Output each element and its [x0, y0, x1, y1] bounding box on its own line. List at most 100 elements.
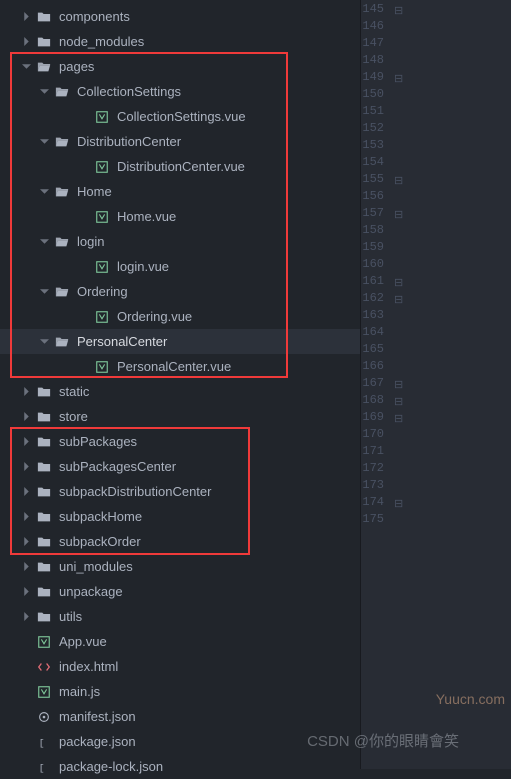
fold-marker-icon[interactable]: ⊟	[394, 276, 403, 290]
fold-marker-icon[interactable]: ⊟	[394, 395, 403, 409]
code-line[interactable]	[390, 257, 511, 274]
code-line[interactable]	[390, 155, 511, 172]
chevron-right-icon[interactable]	[20, 461, 32, 473]
fold-marker-icon[interactable]: ⊟	[394, 4, 403, 18]
code-line[interactable]: ⊟	[390, 274, 511, 291]
code-line[interactable]	[390, 444, 511, 461]
code-line[interactable]	[390, 342, 511, 359]
tree-item-subpackhome[interactable]: subpackHome	[0, 504, 360, 529]
tree-file-package-lock-json[interactable]: [ ]package-lock.json	[0, 754, 360, 779]
chevron-right-icon[interactable]	[20, 486, 32, 498]
tree-item-unpackage[interactable]: unpackage	[0, 579, 360, 604]
line-number: 153	[361, 138, 390, 155]
code-line[interactable]	[390, 189, 511, 206]
code-line[interactable]	[390, 359, 511, 376]
code-line[interactable]	[390, 19, 511, 36]
code-line[interactable]: ⊟	[390, 70, 511, 87]
fold-marker-icon[interactable]: ⊟	[394, 497, 403, 511]
code-line[interactable]	[390, 308, 511, 325]
tree-item-login[interactable]: login	[0, 229, 360, 254]
tree-item-uni-modules[interactable]: uni_modules	[0, 554, 360, 579]
code-line[interactable]	[390, 325, 511, 342]
tree-item-components[interactable]: components	[0, 4, 360, 29]
tree-file-home-vue[interactable]: Home.vue	[0, 204, 360, 229]
code-line[interactable]: ⊟	[390, 410, 511, 427]
chevron-right-icon[interactable]	[20, 386, 32, 398]
folder-open-icon	[54, 234, 70, 250]
tree-item-collectionsettings[interactable]: CollectionSettings	[0, 79, 360, 104]
file-explorer[interactable]: componentsnode_modulespagesCollectionSet…	[0, 0, 360, 769]
code-line[interactable]: ⊟	[390, 206, 511, 223]
tree-item-store[interactable]: store	[0, 404, 360, 429]
code-line[interactable]	[390, 240, 511, 257]
tree-item-subpackorder[interactable]: subpackOrder	[0, 529, 360, 554]
chevron-down-icon[interactable]	[20, 61, 32, 73]
tree-file-package-json[interactable]: [ ]package.json	[0, 729, 360, 754]
manifest-file-icon	[36, 709, 52, 725]
tree-file-main-js[interactable]: main.js	[0, 679, 360, 704]
chevron-right-icon[interactable]	[20, 411, 32, 423]
code-line[interactable]	[390, 87, 511, 104]
chevron-right-icon[interactable]	[20, 586, 32, 598]
code-line[interactable]: ⊟	[390, 495, 511, 512]
fold-marker-icon[interactable]: ⊟	[394, 208, 403, 222]
tree-item-distributioncenter[interactable]: DistributionCenter	[0, 129, 360, 154]
chevron-down-icon[interactable]	[38, 186, 50, 198]
code-line[interactable]: ⊟	[390, 2, 511, 19]
tree-file-personalcenter-vue[interactable]: PersonalCenter.vue	[0, 354, 360, 379]
code-line[interactable]	[390, 223, 511, 240]
tree-file-ordering-vue[interactable]: Ordering.vue	[0, 304, 360, 329]
chevron-down-icon[interactable]	[38, 136, 50, 148]
tree-item-node-modules[interactable]: node_modules	[0, 29, 360, 54]
tree-file-login-vue[interactable]: login.vue	[0, 254, 360, 279]
tree-file-distributioncenter-vue[interactable]: DistributionCenter.vue	[0, 154, 360, 179]
code-line[interactable]: ⊟	[390, 376, 511, 393]
code-line[interactable]	[390, 53, 511, 70]
tree-item-utils[interactable]: utils	[0, 604, 360, 629]
tree-file-index-html[interactable]: index.html	[0, 654, 360, 679]
fold-marker-icon[interactable]: ⊟	[394, 378, 403, 392]
folder-open-icon	[36, 59, 52, 75]
code-line[interactable]	[390, 138, 511, 155]
chevron-right-icon[interactable]	[20, 611, 32, 623]
code-line[interactable]: ⊟	[390, 291, 511, 308]
code-line[interactable]	[390, 104, 511, 121]
code-line[interactable]	[390, 121, 511, 138]
chevron-right-icon[interactable]	[20, 436, 32, 448]
tree-item-subpackagescenter[interactable]: subPackagesCenter	[0, 454, 360, 479]
folder-icon	[36, 409, 52, 425]
fold-marker-icon[interactable]: ⊟	[394, 174, 403, 188]
code-line[interactable]	[390, 512, 511, 529]
tree-item-pages[interactable]: pages	[0, 54, 360, 79]
code-line[interactable]	[390, 461, 511, 478]
chevron-down-icon[interactable]	[38, 236, 50, 248]
tree-item-ordering[interactable]: Ordering	[0, 279, 360, 304]
editor-area[interactable]: ⊟ ⊟ ⊟ ⊟ ⊟ ⊟ ⊟ ⊟ ⊟ ⊟	[390, 0, 511, 769]
tree-file-app-vue[interactable]: App.vue	[0, 629, 360, 654]
code-line[interactable]: ⊟	[390, 393, 511, 410]
tree-item-personalcenter[interactable]: PersonalCenter	[0, 329, 360, 354]
folder-open-icon	[54, 134, 70, 150]
chevron-right-icon[interactable]	[20, 11, 32, 23]
tree-item-home[interactable]: Home	[0, 179, 360, 204]
chevron-right-icon[interactable]	[20, 536, 32, 548]
chevron-right-icon[interactable]	[20, 511, 32, 523]
chevron-down-icon[interactable]	[38, 336, 50, 348]
chevron-right-icon[interactable]	[20, 561, 32, 573]
tree-item-subpackdistributioncenter[interactable]: subpackDistributionCenter	[0, 479, 360, 504]
code-line[interactable]	[390, 36, 511, 53]
fold-marker-icon[interactable]: ⊟	[394, 72, 403, 86]
code-line[interactable]	[390, 427, 511, 444]
code-line[interactable]: ⊟	[390, 172, 511, 189]
fold-marker-icon[interactable]: ⊟	[394, 293, 403, 307]
fold-marker-icon[interactable]: ⊟	[394, 412, 403, 426]
tree-file-collectionsettings-vue[interactable]: CollectionSettings.vue	[0, 104, 360, 129]
tree-item-static[interactable]: static	[0, 379, 360, 404]
chevron-down-icon[interactable]	[38, 86, 50, 98]
watermark-yuucn: Yuucn.com	[436, 691, 505, 707]
chevron-down-icon[interactable]	[38, 286, 50, 298]
tree-file-manifest-json[interactable]: manifest.json	[0, 704, 360, 729]
chevron-right-icon[interactable]	[20, 36, 32, 48]
tree-item-subpackages[interactable]: subPackages	[0, 429, 360, 454]
code-line[interactable]	[390, 478, 511, 495]
